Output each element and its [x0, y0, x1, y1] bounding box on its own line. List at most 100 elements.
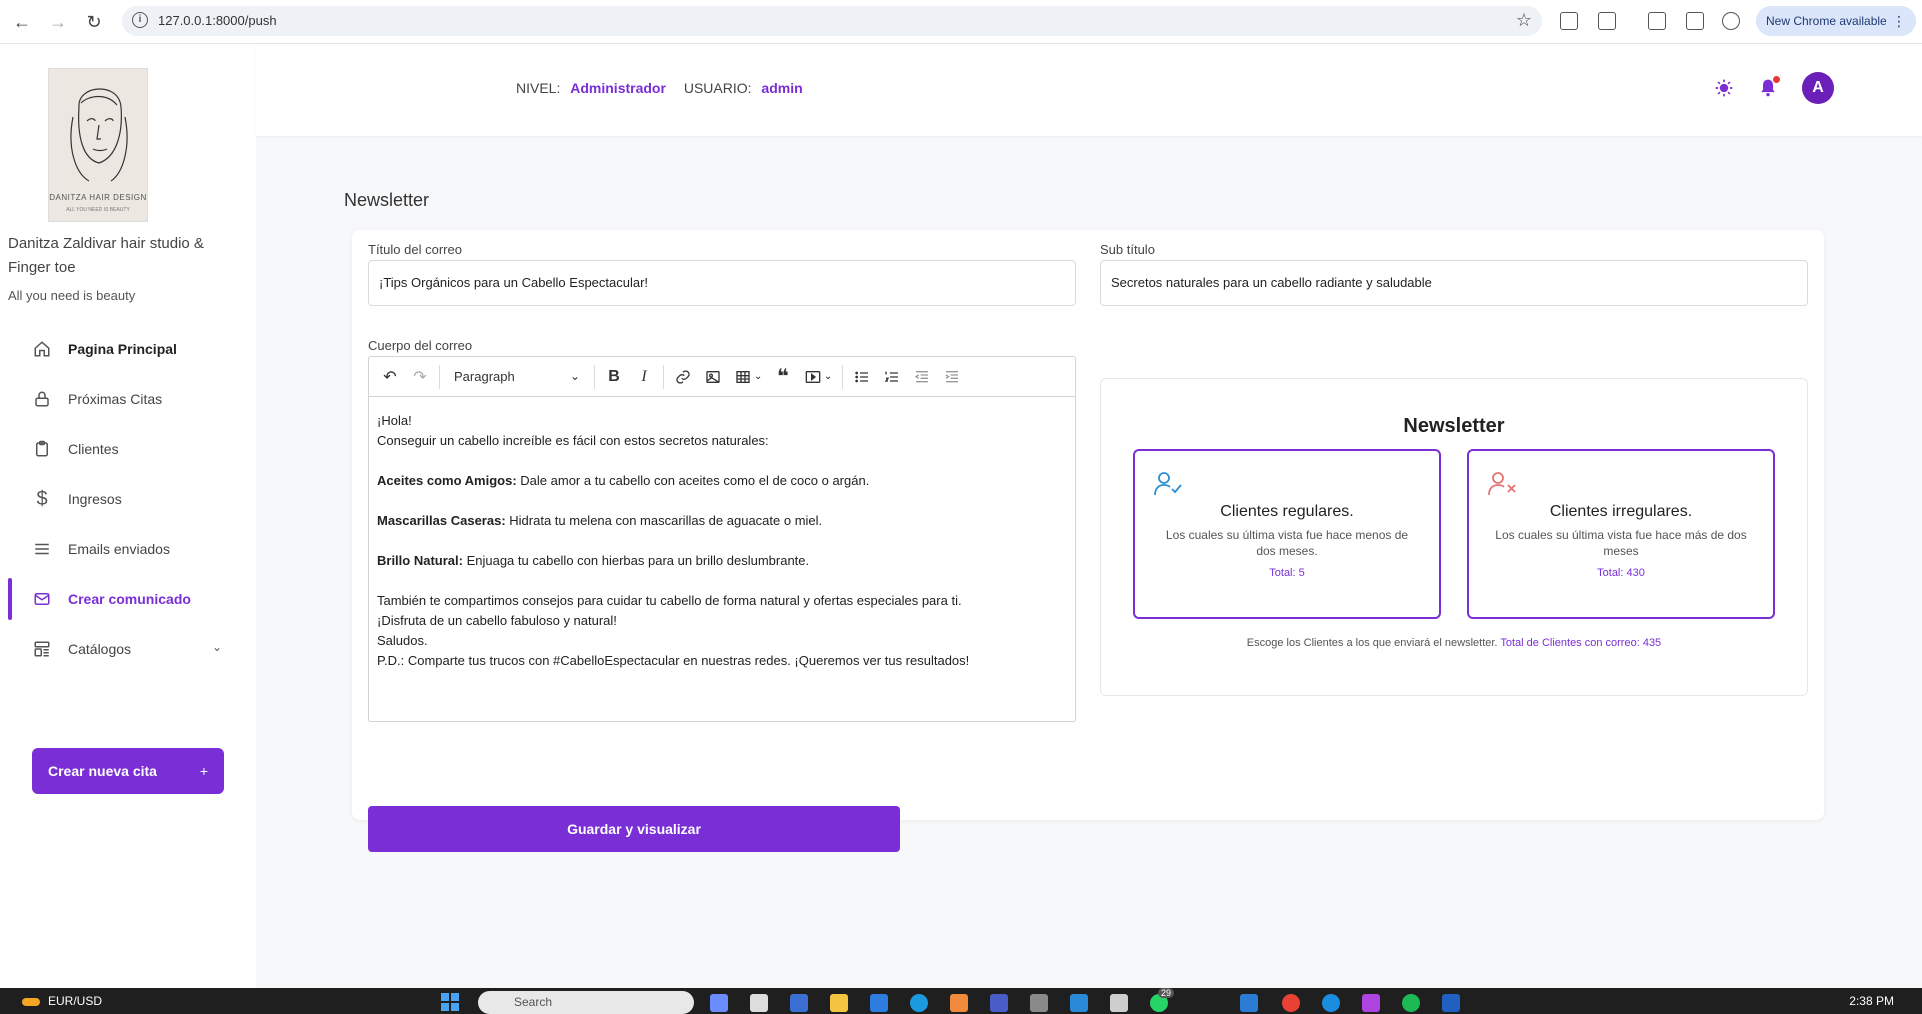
browser-toolbar: ← → ↻ i 127.0.0.1:8000/push ☆ New Chrome…	[0, 0, 1922, 44]
body-bold-text: Aceites como Amigos:	[377, 473, 517, 488]
taskbar-whatsapp-icon[interactable]: 29	[1150, 988, 1175, 1012]
taskbar-app-icon[interactable]	[950, 994, 968, 1012]
level-value: Administrador	[570, 80, 666, 96]
newsletter-audience-panel: Newsletter Clientes regulares. Los cuale…	[1100, 378, 1808, 696]
link-icon[interactable]	[668, 362, 698, 392]
taskbar-search[interactable]: Search	[478, 991, 694, 1014]
header-actions: A	[1714, 72, 1834, 104]
paragraph-style-select[interactable]: Paragraph ⌄	[444, 362, 590, 392]
newsletter-instructions: Escoge los Clientes a los que enviará el…	[1101, 637, 1807, 649]
body-text: Enjuaga tu cabello con hierbas para un b…	[462, 553, 810, 568]
undo-icon[interactable]: ↶	[375, 362, 405, 392]
forward-icon[interactable]: →	[46, 10, 70, 34]
avatar[interactable]: A	[1802, 72, 1834, 104]
side-panel-icon[interactable]	[1686, 12, 1704, 30]
body-blank-line	[377, 491, 1067, 511]
image-icon[interactable]	[698, 362, 728, 392]
sidebar-item-proximas-citas[interactable]: Próximas Citas	[0, 374, 256, 424]
extension-icon[interactable]	[1560, 12, 1578, 30]
taskbar-edge-icon[interactable]	[910, 994, 928, 1012]
table-dropdown-icon[interactable]: ⌄	[754, 371, 768, 382]
body-blank-line	[377, 451, 1067, 471]
numbered-list-icon[interactable]	[877, 362, 907, 392]
site-info-icon[interactable]: i	[132, 12, 148, 28]
extensions-puzzle-icon[interactable]	[1598, 12, 1616, 30]
title-input[interactable]: ¡Tips Orgánicos para un Cabello Espectac…	[368, 260, 1076, 306]
taskbar-app-icon[interactable]	[790, 994, 808, 1012]
sidebar-item-pagina-principal[interactable]: Pagina Principal	[0, 324, 256, 374]
irregular-clients-description: Los cuales su última vista fue hace más …	[1495, 528, 1747, 558]
more-menu-icon[interactable]: ⋮	[1892, 6, 1906, 36]
title-field-label: Título del correo	[368, 242, 462, 257]
os-taskbar: EUR/USD Search 29 2:38 PM	[0, 988, 1922, 1014]
sidebar-item-ingresos[interactable]: $ Ingresos	[0, 474, 256, 524]
taskbar-chrome-icon[interactable]	[1282, 994, 1300, 1012]
new-appointment-label: Crear nueva cita	[48, 763, 157, 779]
list-icon	[32, 539, 52, 559]
sidebar-item-clientes[interactable]: Clientes	[0, 424, 256, 474]
new-chrome-button[interactable]: New Chrome available ⋮	[1756, 6, 1916, 36]
taskbar-outlook-icon[interactable]	[1442, 994, 1460, 1012]
windows-start-icon[interactable]	[440, 992, 460, 1012]
sidebar-item-label: Clientes	[68, 441, 119, 457]
taskbar-app-icon[interactable]	[1362, 994, 1380, 1012]
subtitle-field-label: Sub título	[1100, 242, 1155, 257]
blockquote-icon[interactable]: ❝	[768, 362, 798, 392]
toolbar-divider	[594, 364, 595, 389]
business-name: Danitza Zaldivar hair studio & Finger to…	[8, 235, 204, 276]
taskbar-app-icon[interactable]	[710, 994, 728, 1012]
italic-icon[interactable]: I	[629, 362, 659, 392]
chevron-down-icon: ⌄	[569, 368, 580, 383]
regular-clients-description: Los cuales su última vista fue hace meno…	[1165, 528, 1409, 558]
weather-ticker[interactable]: EUR/USD	[22, 994, 102, 1008]
regular-clients-option[interactable]: Clientes regulares. Los cuales su última…	[1133, 449, 1441, 619]
sidebar-item-crear-comunicado[interactable]: Crear comunicado	[0, 574, 256, 624]
reload-icon[interactable]: ↻	[82, 10, 106, 34]
media-icon[interactable]	[1648, 12, 1666, 30]
media-dropdown-icon[interactable]: ⌄	[824, 371, 838, 382]
body-line: Aceites como Amigos: Dale amor a tu cabe…	[377, 471, 1067, 491]
bell-icon[interactable]	[1758, 76, 1780, 98]
mail-icon	[32, 589, 52, 609]
sidebar-item-emails-enviados[interactable]: Emails enviados	[0, 524, 256, 574]
sidebar-item-catalogos[interactable]: Catálogos ⌄	[0, 624, 256, 674]
profile-icon[interactable]	[1722, 12, 1740, 30]
taskbar-settings-icon[interactable]	[1030, 994, 1048, 1012]
taskbar-app-icon[interactable]	[870, 994, 888, 1012]
back-icon[interactable]: ←	[10, 10, 34, 34]
irregular-clients-option[interactable]: Clientes irregulares. Los cuales su últi…	[1467, 449, 1775, 619]
plus-icon: +	[199, 763, 208, 779]
taskbar-app-icon[interactable]	[1322, 994, 1340, 1012]
taskbar-clock: 2:38 PM	[1849, 994, 1894, 1008]
sun-icon[interactable]	[1714, 78, 1734, 98]
lock-icon	[32, 389, 52, 409]
indent-icon[interactable]	[937, 362, 967, 392]
taskbar-vscode-icon[interactable]	[1240, 994, 1258, 1012]
taskbar-spotify-icon[interactable]	[1402, 994, 1420, 1012]
body-text: Hidrata tu melena con mascarillas de agu…	[505, 513, 823, 528]
save-and-preview-button[interactable]: Guardar y visualizar	[368, 806, 900, 852]
new-appointment-button[interactable]: Crear nueva cita +	[32, 748, 224, 794]
top-header: NIVEL: Administrador USUARIO: admin A	[256, 44, 1922, 136]
catalog-icon	[32, 639, 52, 659]
redo-icon[interactable]: ↷	[405, 362, 435, 392]
user-level-info: NIVEL: Administrador USUARIO: admin	[516, 80, 817, 96]
subtitle-input[interactable]: Secretos naturales para un cabello radia…	[1100, 260, 1808, 306]
sidebar-item-label: Crear comunicado	[68, 591, 191, 607]
sidebar-item-label: Próximas Citas	[68, 391, 163, 407]
bullet-list-icon[interactable]	[847, 362, 877, 392]
editor-content[interactable]: ¡Hola! Conseguir un cabello increíble es…	[377, 411, 1067, 671]
sidebar-item-label: Catálogos	[68, 641, 132, 657]
taskbar-calculator-icon[interactable]	[1110, 994, 1128, 1012]
taskbar-app-icon[interactable]	[990, 994, 1008, 1012]
body-line: ¡Disfruta de un cabello fabuloso y natur…	[377, 613, 617, 628]
outdent-icon[interactable]	[907, 362, 937, 392]
bold-icon[interactable]: B	[599, 362, 629, 392]
address-bar[interactable]: i 127.0.0.1:8000/push ☆	[122, 6, 1542, 36]
logo: DANITZA HAIR DESIGN ALL YOU NEED IS BEAU…	[48, 68, 148, 222]
taskbar-app-icon[interactable]	[1070, 994, 1088, 1012]
notification-dot	[1773, 76, 1780, 83]
bookmark-star-icon[interactable]: ☆	[1516, 10, 1532, 31]
taskbar-app-icon[interactable]	[750, 994, 768, 1012]
taskbar-folder-icon[interactable]	[830, 994, 848, 1012]
